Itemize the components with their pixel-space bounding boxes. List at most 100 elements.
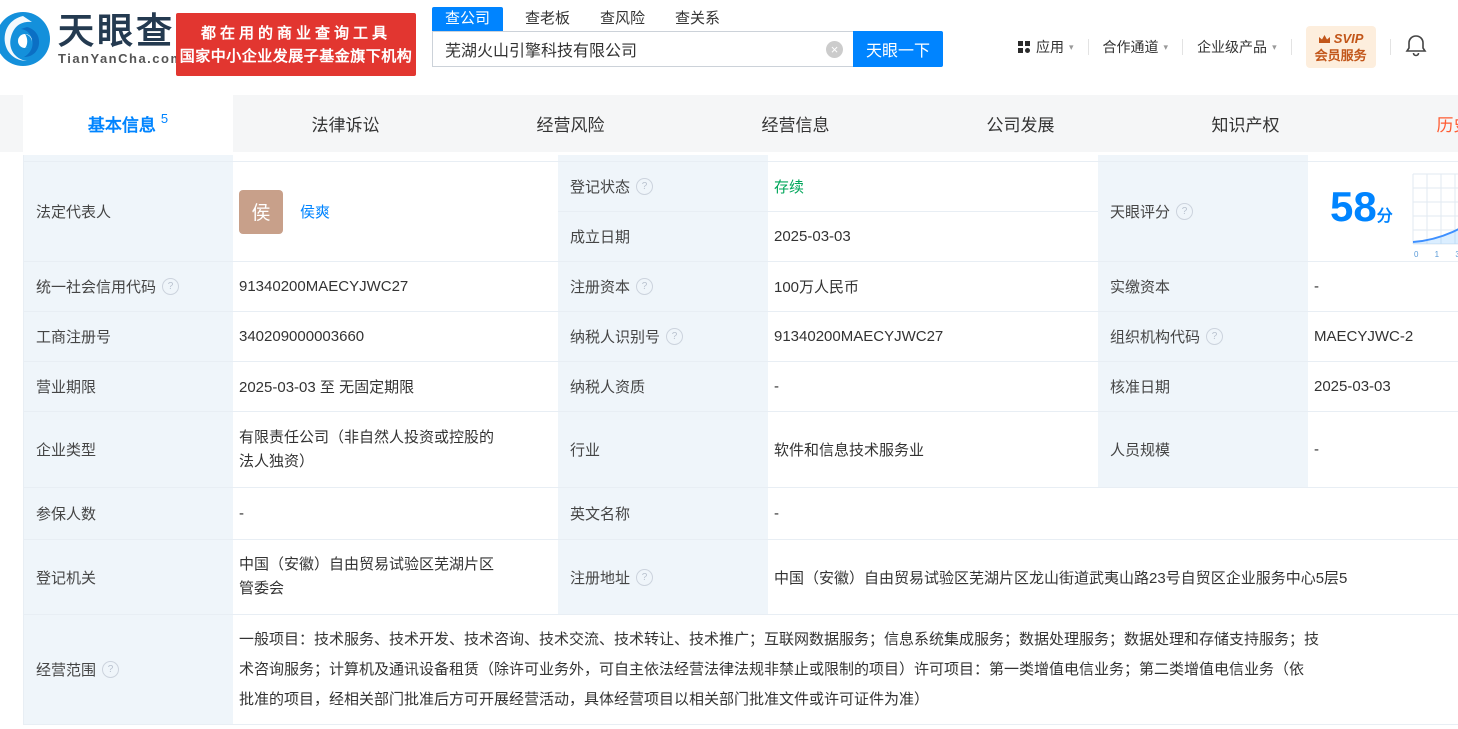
- header: 天眼查 TianYanCha.com 都在用的商业查询工具 国家中小企业发展子基…: [0, 0, 1458, 95]
- tab-basic-info-label: 基本信息: [88, 111, 156, 136]
- field-staff-size-label: 人员规模: [1098, 412, 1308, 488]
- legal-rep-link[interactable]: 侯爽: [300, 201, 330, 222]
- search-box: ×: [432, 31, 853, 67]
- logo-subtitle: TianYanCha.com: [58, 51, 184, 66]
- promo-banner-line2: 国家中小企业发展子基金旗下机构: [180, 45, 413, 68]
- field-english-name-label: 英文名称: [558, 488, 768, 540]
- header-menu: 应用 ▾ 合作通道 ▾ 企业级产品 ▾ SVIP 会员服务: [1018, 24, 1427, 70]
- field-reg-no-label: 工商注册号: [24, 312, 233, 362]
- field-taxpayer-id-label: 纳税人识别号 ?: [558, 312, 768, 362]
- tab-legal-proceedings[interactable]: 法律诉讼: [233, 95, 458, 152]
- promo-banner-line1: 都在用的商业查询工具: [201, 22, 391, 45]
- divider: [1088, 39, 1089, 55]
- legal-rep-avatar[interactable]: 侯: [239, 190, 283, 234]
- field-biz-term-value: 2025-03-03 至 无固定期限: [233, 362, 558, 412]
- biz-scope-line2: 术咨询服务；计算机及通讯设备租赁（除许可业务外，可自主依法经营法律法规非禁止或限…: [239, 655, 1304, 685]
- table-row: 统一社会信用代码 ? 91340200MAECYJWC27 注册资本 ? 100…: [24, 262, 1458, 312]
- field-reg-authority-value: 中国（安徽）自由贸易试验区芜湖片区管委会: [233, 540, 558, 615]
- tab-basic-info[interactable]: 基本信息 5: [23, 95, 233, 152]
- field-approval-date-label: 核准日期: [1098, 362, 1308, 412]
- menu-apps[interactable]: 应用 ▾: [1018, 37, 1074, 57]
- field-paid-capital-value: -: [1308, 262, 1458, 312]
- tab-company-development[interactable]: 公司发展: [908, 95, 1133, 152]
- table-row-partial: [24, 155, 1458, 162]
- field-est-date-value: 2025-03-03: [768, 212, 1098, 262]
- menu-enterprise-products[interactable]: 企业级产品 ▾: [1197, 37, 1277, 57]
- menu-apps-label: 应用: [1036, 37, 1064, 57]
- help-icon[interactable]: ?: [636, 569, 653, 586]
- search-tab-company[interactable]: 查公司: [432, 7, 503, 31]
- field-taxpayer-qual-label: 纳税人资质: [558, 362, 768, 412]
- field-uscc-value: 91340200MAECYJWC27: [233, 262, 558, 312]
- chevron-down-icon: ▾: [1069, 42, 1074, 53]
- search-tab-relation[interactable]: 查关系: [675, 7, 720, 31]
- help-icon[interactable]: ?: [1176, 203, 1193, 220]
- divider: [1182, 39, 1183, 55]
- field-reg-authority-label: 登记机关: [24, 540, 233, 615]
- table-row: 工商注册号 340209000003660 纳税人识别号 ? 91340200M…: [24, 312, 1458, 362]
- menu-cooperation[interactable]: 合作通道 ▾: [1103, 37, 1169, 57]
- search-button[interactable]: 天眼一下: [853, 31, 943, 67]
- field-approval-date-value: 2025-03-03: [1308, 362, 1458, 412]
- chevron-down-icon: ▾: [1272, 42, 1277, 53]
- field-org-code-label: 组织机构代码 ?: [1098, 312, 1308, 362]
- field-taxpayer-id-value: 91340200MAECYJWC27: [768, 312, 1098, 362]
- field-biz-term-label: 营业期限: [24, 362, 233, 412]
- menu-enterprise-label: 企业级产品: [1197, 37, 1267, 57]
- field-paid-capital-label: 实缴资本: [1098, 262, 1308, 312]
- promo-banner: 都在用的商业查询工具 国家中小企业发展子基金旗下机构: [176, 13, 416, 76]
- chevron-down-icon: ▾: [1164, 42, 1169, 53]
- field-taxpayer-qual-value: -: [768, 362, 1098, 412]
- field-reg-no-value: 340209000003660: [233, 312, 558, 362]
- svip-sublabel: 会员服务: [1315, 47, 1367, 64]
- biz-scope-line1: 一般项目：技术服务、技术开发、技术咨询、技术交流、技术转让、技术推广；互联网数据…: [239, 625, 1319, 655]
- search-tab-risk[interactable]: 查风险: [600, 7, 645, 31]
- bell-icon[interactable]: [1405, 34, 1427, 61]
- field-legal-rep-value: 侯 侯爽: [233, 162, 558, 262]
- field-english-name-value: -: [768, 488, 1458, 540]
- field-insured-count-value: -: [233, 488, 558, 540]
- logo-title: 天眼查: [58, 13, 184, 49]
- field-staff-size-value: -: [1308, 412, 1458, 488]
- help-icon[interactable]: ?: [636, 178, 653, 195]
- tab-business-info[interactable]: 经营信息: [683, 95, 908, 152]
- field-est-date-label: 成立日期: [558, 212, 768, 262]
- search-tab-boss[interactable]: 查老板: [525, 7, 570, 31]
- field-company-type-value: 有限责任公司（非自然人投资或控股的法人独资）: [233, 412, 558, 488]
- tianyancha-logo-icon: [0, 10, 52, 68]
- clear-icon[interactable]: ×: [826, 41, 843, 58]
- table-row: 企业类型 有限责任公司（非自然人投资或控股的法人独资） 行业 软件和信息技术服务…: [24, 412, 1458, 488]
- help-icon[interactable]: ?: [636, 278, 653, 295]
- help-icon[interactable]: ?: [1206, 328, 1223, 345]
- score-number: 58分: [1330, 186, 1393, 238]
- field-reg-status-label: 登记状态 ?: [558, 162, 768, 212]
- svip-badge[interactable]: SVIP 会员服务: [1306, 26, 1376, 68]
- field-reg-capital-label: 注册资本 ?: [558, 262, 768, 312]
- apps-grid-icon: [1018, 41, 1030, 53]
- tab-intellectual-property[interactable]: 知识产权: [1133, 95, 1358, 152]
- divider: [1291, 39, 1292, 55]
- help-icon[interactable]: ?: [102, 661, 119, 678]
- field-biz-scope-label: 经营范围 ?: [24, 615, 233, 725]
- field-insured-count-label: 参保人数: [24, 488, 233, 540]
- tab-business-risk[interactable]: 经营风险: [458, 95, 683, 152]
- crown-icon: [1318, 34, 1331, 44]
- field-uscc-label: 统一社会信用代码 ?: [24, 262, 233, 312]
- help-icon[interactable]: ?: [666, 328, 683, 345]
- field-reg-address-value: 中国（安徽）自由贸易试验区芜湖片区龙山街道武夷山路23号自贸区企业服务中心5层5: [768, 540, 1458, 615]
- search-input[interactable]: [432, 31, 853, 67]
- table-row: 参保人数 - 英文名称 -: [24, 488, 1458, 540]
- row1-middle: 登记状态 ? 存续 成立日期 2025-03-03: [558, 162, 1098, 262]
- field-biz-scope-value: 一般项目：技术服务、技术开发、技术咨询、技术交流、技术转让、技术推广；互联网数据…: [233, 615, 1458, 725]
- field-score-label: 天眼评分 ?: [1098, 162, 1308, 262]
- tab-basic-info-count: 5: [161, 111, 168, 126]
- logo[interactable]: 天眼查 TianYanCha.com: [0, 10, 184, 68]
- logo-text: 天眼查 TianYanCha.com: [58, 13, 184, 66]
- search-row: × 天眼一下: [432, 31, 943, 67]
- tab-history-info[interactable]: 历史信息: [1358, 95, 1458, 152]
- help-icon[interactable]: ?: [162, 278, 179, 295]
- score-mini-chart: [1411, 172, 1458, 248]
- field-legal-rep-label: 法定代表人: [24, 162, 233, 262]
- table-row: 营业期限 2025-03-03 至 无固定期限 纳税人资质 - 核准日期 202…: [24, 362, 1458, 412]
- section-tab-bar: 基本信息 5 法律诉讼 经营风险 经营信息 公司发展 知识产权 历史信息: [0, 95, 1458, 152]
